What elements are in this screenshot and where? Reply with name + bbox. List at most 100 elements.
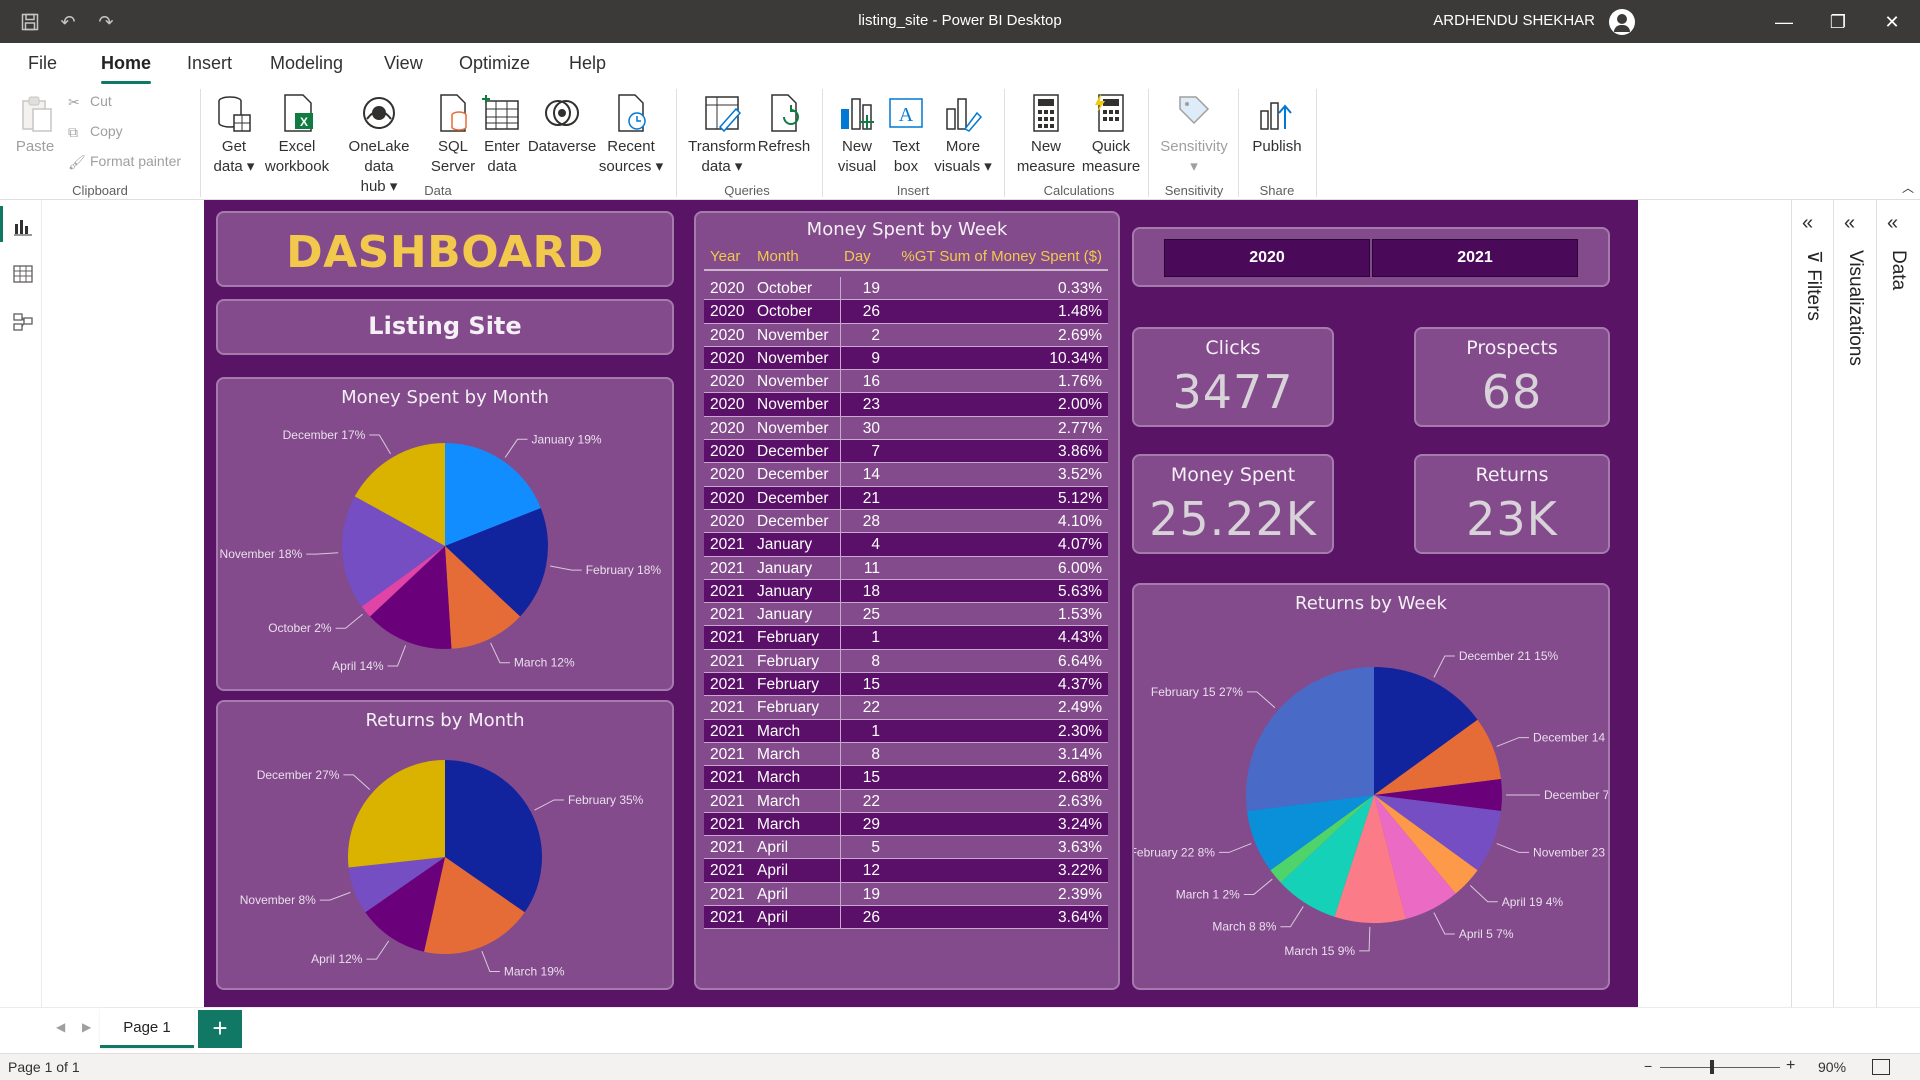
page-tab-1[interactable]: Page 1 bbox=[100, 1008, 194, 1048]
menu-help[interactable]: Help bbox=[569, 53, 606, 74]
table-row[interactable]: 2020 October 26 1.48% bbox=[704, 300, 1108, 324]
filters-pane[interactable]: « ⊽ Filters bbox=[1791, 200, 1833, 1007]
refresh-button[interactable]: Refresh bbox=[756, 93, 812, 157]
redo-icon[interactable]: ↷ bbox=[94, 10, 118, 34]
quick-measure-button[interactable]: Quick measure bbox=[1078, 93, 1144, 177]
expand-visualizations-icon[interactable]: « bbox=[1844, 212, 1855, 235]
table-row[interactable]: 2020 November 16 1.76% bbox=[704, 370, 1108, 394]
returns-by-month-slice[interactable] bbox=[348, 760, 445, 868]
table-row[interactable]: 2020 November 9 10.34% bbox=[704, 346, 1108, 371]
header-year[interactable]: Year bbox=[710, 248, 740, 265]
zoom-slider-thumb[interactable] bbox=[1710, 1060, 1714, 1074]
table-row[interactable]: 2020 December 21 5.12% bbox=[704, 486, 1108, 510]
format-painter-button[interactable]: 🖌 Format painter bbox=[68, 153, 181, 170]
cut-button[interactable]: ✂ Cut bbox=[68, 93, 112, 110]
zoom-slider[interactable] bbox=[1660, 1067, 1780, 1068]
table-row[interactable]: 2020 October 19 0.33% bbox=[704, 277, 1108, 301]
money-by-week-table-card[interactable]: Money Spent by Week Year Month Day %GT S… bbox=[694, 211, 1120, 990]
table-row[interactable]: 2020 December 14 3.52% bbox=[704, 463, 1108, 487]
slicer-option-2021[interactable]: 2021 bbox=[1372, 239, 1578, 277]
excel-workbook-button[interactable]: X Excel workbook bbox=[262, 93, 332, 177]
returns-by-month-card[interactable]: Returns by Month February 35% March 19% Ap… bbox=[216, 700, 674, 990]
table-row[interactable]: 2020 November 30 2.77% bbox=[704, 416, 1108, 441]
money-by-month-pie[interactable]: January 19% February 18% March 12% April 14… bbox=[218, 379, 672, 689]
paste-button[interactable]: Paste bbox=[10, 93, 60, 157]
table-row[interactable]: 2021 February 8 6.64% bbox=[704, 649, 1108, 674]
expand-data-icon[interactable]: « bbox=[1887, 212, 1898, 235]
header-month[interactable]: Month bbox=[757, 248, 799, 265]
restore-button[interactable]: ❐ bbox=[1818, 8, 1858, 36]
table-row[interactable]: 2021 March 8 3.14% bbox=[704, 742, 1108, 767]
recent-sources-button[interactable]: Recent sources ▾ bbox=[596, 93, 666, 177]
table-row[interactable]: 2021 March 1 2.30% bbox=[704, 719, 1108, 743]
money-by-month-card[interactable]: Money Spent by Month January 19% February… bbox=[216, 377, 674, 691]
visualizations-pane[interactable]: « Visualizations bbox=[1833, 200, 1876, 1007]
save-icon[interactable] bbox=[18, 10, 42, 34]
returns-by-week-pie[interactable]: December 21 15% December 14 8% December 7 … bbox=[1134, 585, 1608, 988]
more-visuals-button[interactable]: More visuals ▾ bbox=[930, 93, 996, 177]
sensitivity-button[interactable]: Sensitivity ▾ bbox=[1158, 93, 1230, 177]
header-pct[interactable]: %GT Sum of Money Spent ($) bbox=[901, 248, 1102, 265]
menu-home[interactable]: Home bbox=[101, 53, 152, 84]
report-view-icon[interactable] bbox=[13, 216, 33, 236]
zoom-out-icon[interactable]: − bbox=[1644, 1058, 1652, 1074]
subtitle-card[interactable]: Listing Site bbox=[216, 299, 674, 355]
table-row[interactable]: 2021 January 25 1.53% bbox=[704, 603, 1108, 627]
table-row[interactable]: 2021 February 15 4.37% bbox=[704, 673, 1108, 697]
table-row[interactable]: 2021 April 26 3.64% bbox=[704, 906, 1108, 930]
menu-insert[interactable]: Insert bbox=[187, 53, 232, 74]
table-row[interactable]: 2020 November 2 2.69% bbox=[704, 323, 1108, 347]
slicer-option-2020[interactable]: 2020 bbox=[1164, 239, 1370, 277]
publish-button[interactable]: Publish bbox=[1248, 93, 1306, 157]
prev-page-icon[interactable]: ◀ bbox=[56, 1020, 65, 1034]
table-row[interactable]: 2021 January 11 6.00% bbox=[704, 556, 1108, 580]
menu-file[interactable]: File bbox=[28, 53, 57, 74]
header-day[interactable]: Day bbox=[844, 248, 871, 265]
collapse-ribbon-icon[interactable]: ︿ bbox=[1902, 179, 1914, 196]
table-row[interactable]: 2021 March 15 2.68% bbox=[704, 766, 1108, 790]
table-row[interactable]: 2020 December 7 3.86% bbox=[704, 440, 1108, 464]
money-by-week-table[interactable]: Year Month Day %GT Sum of Money Spent ($… bbox=[704, 245, 1108, 930]
user-avatar-icon[interactable] bbox=[1609, 9, 1635, 35]
table-row[interactable]: 2021 April 12 3.22% bbox=[704, 859, 1108, 883]
copy-button[interactable]: ⧉ Copy bbox=[68, 123, 123, 140]
user-name[interactable]: ARDHENDU SHEKHAR bbox=[1433, 12, 1595, 29]
minimize-button[interactable]: — bbox=[1764, 8, 1804, 36]
enter-data-button[interactable]: Enter data bbox=[480, 93, 524, 177]
table-row[interactable]: 2021 January 4 4.07% bbox=[704, 533, 1108, 557]
prospects-card[interactable]: Prospects 68 bbox=[1414, 327, 1610, 427]
data-pane[interactable]: « Data bbox=[1876, 200, 1920, 1007]
table-view-icon[interactable] bbox=[13, 264, 33, 284]
money-spent-card[interactable]: Money Spent 25.22K bbox=[1132, 454, 1334, 554]
clicks-card[interactable]: Clicks 3477 bbox=[1132, 327, 1334, 427]
table-row[interactable]: 2021 March 29 3.24% bbox=[704, 812, 1108, 837]
expand-filters-icon[interactable]: « bbox=[1802, 212, 1813, 235]
returns-by-month-pie[interactable]: February 35% March 19% April 12% November 8… bbox=[218, 702, 672, 988]
table-row[interactable]: 2021 April 5 3.63% bbox=[704, 836, 1108, 860]
dashboard-title-card[interactable]: DASHBOARD bbox=[216, 211, 674, 287]
table-row[interactable]: 2021 January 18 5.63% bbox=[704, 579, 1108, 604]
text-box-button[interactable]: A Text box bbox=[884, 93, 928, 177]
returns-by-week-slice[interactable] bbox=[1246, 667, 1374, 812]
menu-modeling[interactable]: Modeling bbox=[270, 53, 343, 74]
model-view-icon[interactable] bbox=[13, 312, 33, 332]
menu-view[interactable]: View bbox=[384, 53, 423, 74]
table-row[interactable]: 2020 December 28 4.10% bbox=[704, 509, 1108, 534]
onelake-data-hub-button[interactable]: OneLake data hub ▾ bbox=[332, 93, 426, 197]
new-visual-button[interactable]: New visual bbox=[832, 93, 882, 177]
dataverse-button[interactable]: Dataverse bbox=[526, 93, 598, 157]
new-measure-button[interactable]: New measure bbox=[1014, 93, 1078, 177]
table-row[interactable]: 2021 April 19 2.39% bbox=[704, 882, 1108, 907]
returns-card[interactable]: Returns 23K bbox=[1414, 454, 1610, 554]
table-row[interactable]: 2021 February 22 2.49% bbox=[704, 696, 1108, 720]
transform-data-button[interactable]: Transform data ▾ bbox=[686, 93, 758, 177]
zoom-level[interactable]: 90% bbox=[1818, 1059, 1846, 1075]
zoom-in-icon[interactable]: + bbox=[1786, 1057, 1795, 1075]
fit-to-page-icon[interactable] bbox=[1872, 1059, 1890, 1075]
next-page-icon[interactable]: ▶ bbox=[82, 1020, 91, 1034]
menu-optimize[interactable]: Optimize bbox=[459, 53, 530, 74]
table-row[interactable]: 2021 March 22 2.63% bbox=[704, 789, 1108, 813]
sql-server-button[interactable]: SQL Server bbox=[428, 93, 478, 177]
table-row[interactable]: 2021 February 1 4.43% bbox=[704, 626, 1108, 650]
table-row[interactable]: 2020 November 23 2.00% bbox=[704, 393, 1108, 417]
